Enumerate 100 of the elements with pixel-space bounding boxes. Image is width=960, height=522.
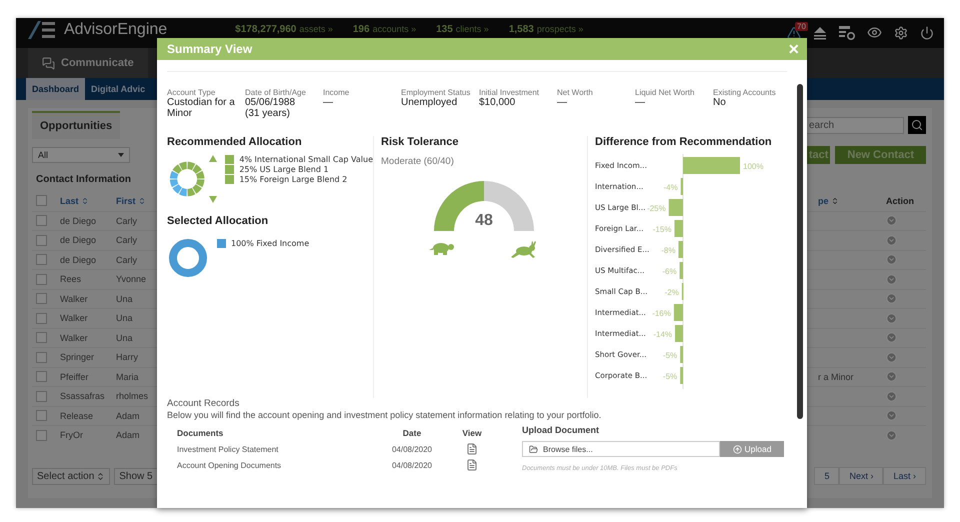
action-icon[interactable] [886, 234, 897, 246]
row-checkbox[interactable] [36, 234, 47, 246]
table-cell-text: Yvonne [116, 274, 148, 284]
action-icon[interactable] [886, 293, 897, 304]
nav-item[interactable]: Communicate [28, 48, 148, 78]
row-checkbox[interactable] [36, 254, 47, 266]
eye-icon[interactable] [867, 25, 882, 40]
document-date: 04/08/2020 [390, 460, 434, 470]
pagination-link[interactable]: Last › [883, 467, 926, 485]
pdf-icon[interactable] [466, 443, 478, 455]
stat-link[interactable]: $178,277,960 assets » [235, 24, 333, 35]
contact-button[interactable]: tact [806, 146, 830, 164]
value-label: -2% [664, 288, 679, 297]
row-checkbox[interactable] [36, 371, 47, 382]
field-value: Custodian for a Minor [167, 97, 236, 119]
field-value: Unemployed [401, 97, 458, 108]
row-checkbox[interactable] [36, 215, 47, 226]
stat-link[interactable]: 135 clients » [436, 24, 489, 35]
row-checkbox[interactable] [36, 332, 47, 344]
bar [683, 157, 740, 174]
bar [675, 325, 683, 342]
scrollbar-thumb[interactable] [797, 84, 803, 419]
value-label: -25% [647, 204, 666, 213]
bulk-action-select[interactable]: Select action [32, 468, 110, 484]
select-all-checkbox[interactable] [36, 195, 47, 206]
row-checkbox[interactable] [36, 293, 47, 304]
action-icon[interactable] [886, 371, 897, 382]
document-name: Account Opening Documents [177, 460, 282, 470]
pagination-link[interactable]: Next › [839, 467, 884, 485]
power-icon[interactable] [920, 26, 934, 40]
column-header: Documents [177, 428, 224, 438]
sort-icon[interactable] [138, 196, 146, 205]
pdf-icon[interactable] [466, 459, 478, 471]
pagination-link[interactable]: 5 [814, 467, 840, 485]
row-checkbox[interactable] [36, 410, 47, 422]
row-checkbox[interactable] [36, 274, 47, 285]
up-arrow-icon[interactable] [209, 155, 218, 162]
field-label: Date of Birth/Age [245, 88, 307, 97]
legend-label: 4% International Small Cap Value [239, 155, 373, 164]
table-cell-text: Adam [116, 430, 141, 440]
sort-icon[interactable] [830, 196, 839, 205]
upload-button[interactable]: Upload [720, 441, 784, 457]
bar [668, 199, 683, 216]
table-cell-text: Una [116, 332, 134, 343]
list-refresh-icon[interactable] [839, 26, 855, 40]
sort-icon[interactable] [80, 196, 89, 205]
field-value: — [557, 97, 568, 108]
table-cell-text: Walker [60, 313, 89, 324]
field-label: Liquid Net Worth [635, 88, 696, 97]
legend-label: 100% Fixed Income [231, 239, 310, 248]
filter-dropdown[interactable]: All [32, 147, 130, 163]
row-checkbox[interactable] [36, 352, 47, 363]
table-cell-text: Springer [60, 352, 96, 362]
table-cell-text: de Diego [60, 235, 98, 246]
table-cell-text: Una [116, 294, 134, 304]
action-icon[interactable] [886, 390, 897, 402]
legend-label: 25% US Large Blend 1 [239, 165, 329, 174]
field-value: — [635, 97, 646, 108]
settings-icon[interactable] [894, 26, 908, 40]
action-icon[interactable] [886, 254, 897, 266]
updown-icon [96, 472, 106, 480]
search-button[interactable] [908, 116, 926, 134]
legend-label: 15% Foreign Large Blend 2 [239, 175, 348, 184]
document-date: 04/08/2020 [390, 444, 434, 454]
alert-count-badge: 70 [795, 22, 808, 30]
column-header[interactable]: Last [60, 196, 116, 206]
close-button[interactable]: × [788, 40, 799, 58]
down-arrow-icon[interactable] [209, 196, 218, 203]
table-cell-text: Walker [60, 294, 89, 304]
column-header[interactable]: First [116, 196, 166, 206]
bar [680, 178, 683, 195]
action-icon[interactable] [886, 430, 897, 441]
nav-tab[interactable]: Digital Advic [85, 78, 152, 100]
action-icon[interactable] [886, 312, 897, 324]
contact-button[interactable]: New Contact [835, 146, 926, 164]
action-icon[interactable] [886, 332, 897, 344]
field-label: Net Worth [557, 88, 594, 97]
file-input-field[interactable]: Browse files... [522, 441, 720, 457]
stat-link[interactable]: 1,583 prospects » [508, 24, 584, 35]
action-icon[interactable] [886, 352, 897, 363]
search-field[interactable]: earch [804, 116, 904, 134]
stat-link[interactable]: 196 accounts » [352, 24, 416, 35]
section-title: Upload Document [522, 425, 600, 435]
action-icon[interactable] [886, 410, 897, 422]
bar [680, 262, 683, 279]
rabbit-icon [511, 241, 539, 259]
row-checkbox[interactable] [36, 390, 47, 402]
opportunities-tab[interactable]: Opportunities [32, 111, 120, 139]
value-label: -14% [653, 330, 672, 339]
eject-icon[interactable] [813, 26, 827, 40]
row-checkbox[interactable] [36, 430, 47, 441]
value-label: -4% [663, 183, 678, 192]
column-header[interactable]: pe [818, 196, 829, 206]
action-icon[interactable] [886, 215, 897, 226]
value-label: -5% [662, 351, 678, 360]
row-checkbox[interactable] [36, 312, 47, 324]
value-label: -15% [652, 225, 672, 234]
nav-tab[interactable]: Dashboard [26, 78, 86, 100]
page-size-select[interactable]: Show 5 [114, 468, 158, 484]
action-icon[interactable] [886, 274, 897, 285]
